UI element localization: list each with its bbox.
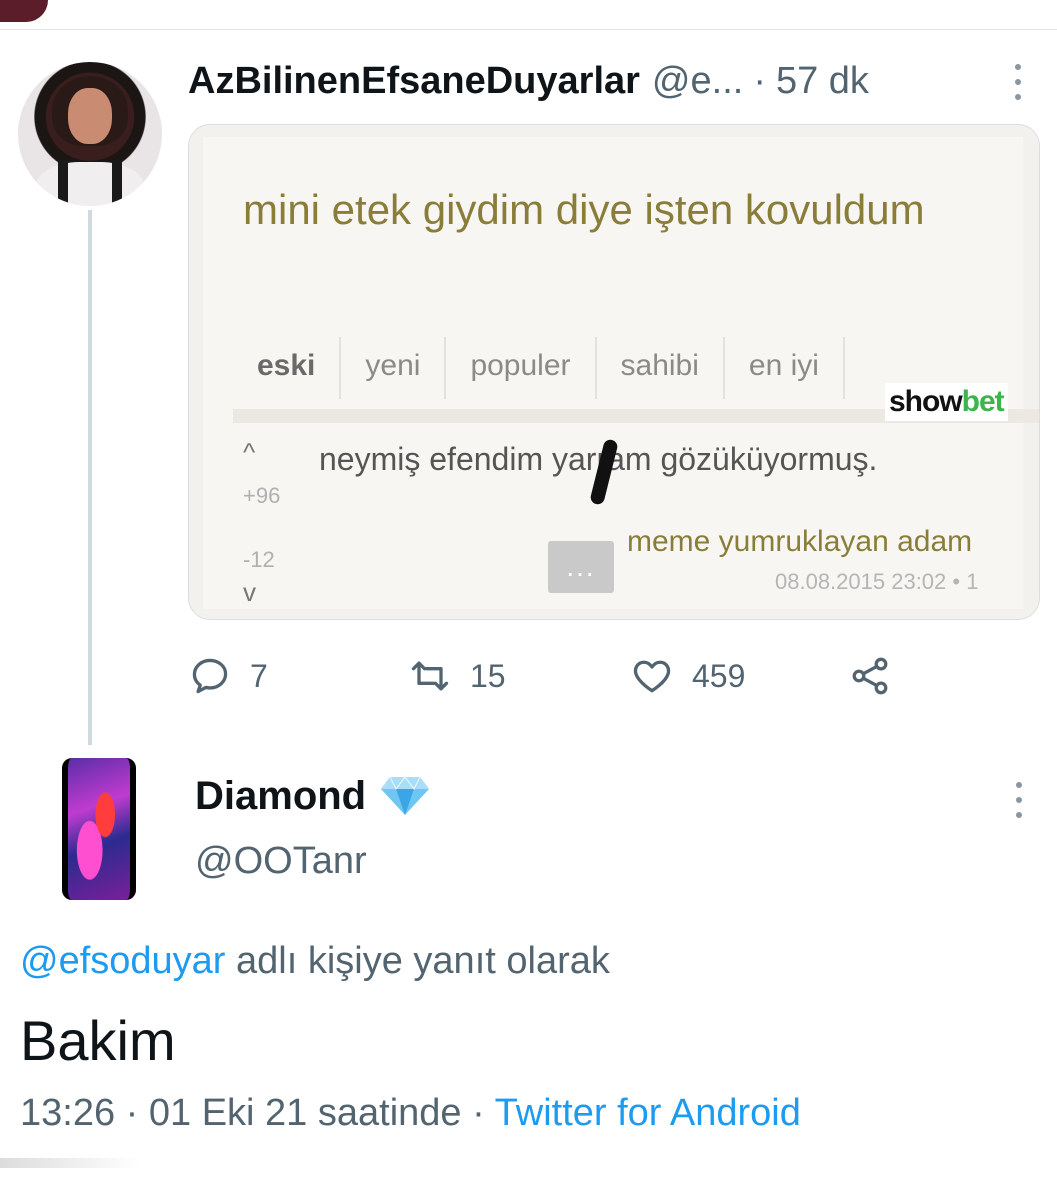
like-count: 459 [692,657,746,694]
media-tab: yeni [341,337,447,399]
user-handle[interactable]: @OOTanr [195,840,367,883]
watermark-logo: showbet [885,383,1008,421]
upvote-icon: ^ [243,437,256,467]
media-tab: en iyi [725,337,845,399]
tweet-text: Bakim [20,1009,176,1072]
share-button[interactable] [848,648,892,704]
media-title: mini etek giydim diye işten kovuldum [243,186,925,233]
edge-shadow [0,1158,140,1168]
tweet-time[interactable]: 57 dk [776,60,869,103]
separator: · [461,1092,495,1134]
retweet-icon [411,661,449,691]
tweet-header: Diamond [195,770,430,822]
reply-icon [192,658,228,694]
tweet-media-image[interactable]: mini etek giydim diye işten kovuldum esk… [188,124,1040,620]
reply-context-text: adlı kişiye yanıt olarak [225,940,610,982]
avatar[interactable] [62,758,136,900]
tweet-source-link[interactable]: Twitter for Android [495,1092,801,1134]
reply-context: @efsoduyar adlı kişiye yanıt olarak [20,940,610,983]
mention-link[interactable]: @efsoduyar [20,940,225,982]
diamond-icon [381,776,430,815]
media-more-button: ... [548,541,614,593]
downvote-count: -12 [243,547,275,572]
tweet-meta: 13:26 · 01 Eki 21 saatinde · Twitter for… [20,1092,801,1135]
avatar[interactable] [18,62,162,206]
media-date: 08.08.2015 23:02 • 1 [775,569,979,594]
reply-button[interactable]: 7 [188,648,268,704]
media-author: meme yumruklayan adam [627,525,973,558]
screenshot-content: mini etek giydim diye işten kovuldum esk… [203,137,1039,609]
separator: · [115,1092,149,1134]
reply-count: 7 [250,657,268,694]
tweet-time[interactable]: 13:26 [20,1092,115,1134]
downvote-icon: v [243,577,256,607]
media-tab: sahibi [597,337,725,399]
display-name[interactable]: Diamond [195,774,366,819]
previous-tweet-edge [0,0,1057,30]
thread-line [88,210,92,745]
more-options-icon[interactable] [1009,782,1029,818]
tweet-date[interactable]: 01 Eki 21 saatinde [149,1092,462,1134]
upvote-count: +96 [243,483,281,508]
like-button[interactable]: 459 [630,648,745,704]
display-name[interactable]: AzBilinenEfsaneDuyarlar [188,60,640,103]
tweet-actions: 7 15 459 [188,648,948,704]
retweet-count: 15 [470,657,506,694]
more-options-icon[interactable] [1008,64,1028,100]
share-icon [852,657,888,695]
media-tab: populer [446,337,597,399]
media-tabs: eski yeni populer sahibi en iyi [233,337,845,399]
user-handle[interactable]: @e... [652,60,743,103]
retweet-button[interactable]: 15 [408,648,506,704]
separator: · [753,59,766,102]
heart-icon [633,660,671,693]
tweet-header: AzBilinenEfsaneDuyarlar @e... · 57 dk [188,56,869,106]
media-tab: eski [233,337,342,399]
